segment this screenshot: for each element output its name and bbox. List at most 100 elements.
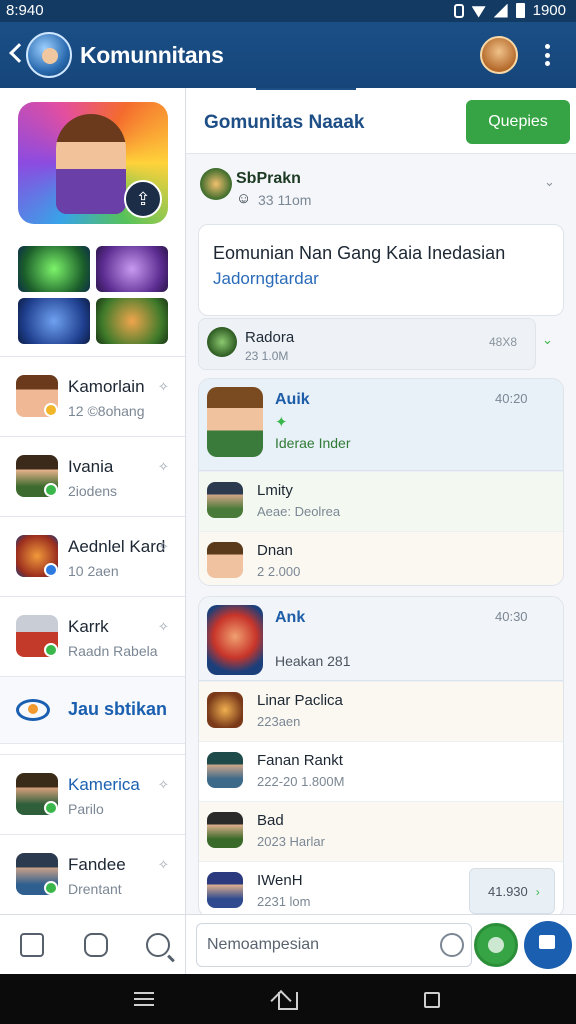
user-avatar[interactable] (480, 36, 518, 74)
avatar (207, 872, 243, 908)
reply-time-pill[interactable]: 41.930 › (469, 868, 555, 914)
avatar (207, 812, 243, 848)
reply-time: 41.930 (488, 884, 528, 899)
sidebar-item-name: Kamerica (68, 775, 140, 794)
status-dot (44, 801, 58, 815)
sidebar: ⇪ Kamorlain 12 ©8ohang ✧ Ivania 2iodens … (0, 88, 186, 974)
reply-name: Fanan Rankt (257, 752, 343, 769)
sidebar-item[interactable]: Kamerica Parilo ✧ (0, 754, 185, 834)
announcement-title: Eomunian Nan Gang Kaia Inedasian (213, 243, 506, 263)
game-tile[interactable] (96, 298, 168, 344)
reply-name: Dnan (257, 542, 293, 559)
smile-icon: ☺ (236, 190, 252, 207)
status-clock: 1900 (532, 2, 566, 19)
chevron-down-icon[interactable]: ⌄ (542, 332, 553, 348)
reply-meta: 223aen (257, 714, 301, 729)
reply-name: Bad (257, 812, 284, 829)
chevron-right-icon: › (535, 885, 540, 899)
member-list-2: Kamerica Parilo ✧ Fandee Drentant ✧ (0, 754, 185, 914)
more-icon[interactable] (544, 44, 550, 66)
game-tile[interactable] (96, 246, 168, 292)
menu-icon[interactable] (134, 992, 154, 1006)
community-avatar[interactable] (26, 32, 72, 78)
quepies-button[interactable]: Quepies (466, 100, 570, 144)
status-time: 8:940 (6, 2, 44, 19)
sidebar-item-sub: Raadn Rabela (68, 643, 158, 659)
game-tile[interactable] (18, 298, 90, 344)
pin-icon[interactable]: ✧ (158, 539, 169, 555)
composer (186, 914, 576, 974)
thread-line: Heakan 281 (275, 653, 351, 669)
avatar (207, 327, 237, 357)
pin-icon[interactable]: ✧ (158, 777, 169, 793)
main-panel: Gomunitas Naaak Quepies SbPrakn ☺ 33 11o… (186, 88, 576, 974)
page-title: Gomunitas Naaak (204, 112, 365, 133)
status-dot (44, 643, 58, 657)
thread-top: Auik 40:20 ✦ Iderae Inder (199, 379, 563, 471)
reply-meta: 2231 lom (257, 894, 311, 909)
status-dot (44, 403, 58, 417)
send-icon[interactable] (524, 921, 572, 969)
reply-row[interactable]: Dnan 2 2.000 (199, 531, 563, 585)
sidebar-item[interactable]: Ivania 2iodens ✧ (0, 436, 185, 516)
pin-icon[interactable]: ✧ (158, 857, 169, 873)
controller-icon[interactable] (84, 933, 108, 957)
share-icon[interactable]: ⇪ (124, 180, 162, 218)
chat-icon[interactable] (20, 933, 44, 957)
pin-icon[interactable]: ✧ (158, 459, 169, 475)
thread-line: Iderae Inder (275, 435, 351, 451)
reply-row[interactable]: Bad 2023 Harlar (199, 801, 563, 861)
message-input[interactable] (196, 923, 472, 967)
sidebar-item[interactable]: Fandee Drentant ✧ (0, 834, 185, 914)
avatar (207, 752, 243, 788)
game-tiles (18, 246, 170, 344)
recent-apps-icon[interactable] (424, 992, 440, 1008)
reply-row[interactable]: Lmity Aeae: Deolrea (199, 471, 563, 531)
game-tile[interactable] (18, 246, 90, 292)
emoji-icon[interactable] (440, 933, 464, 957)
signal-icon (493, 3, 508, 18)
reply-meta: 2 2.000 (257, 564, 301, 579)
eye-icon (16, 699, 50, 721)
reply-meta: Aeae: Deolrea (257, 504, 341, 519)
post-header[interactable]: SbPrakn ☺ 33 11om ⌄ (186, 154, 576, 224)
pin-icon[interactable]: ✧ (158, 619, 169, 635)
sidebar-item-name: Aednlel Kard (68, 537, 166, 556)
chevron-down-icon[interactable]: ⌄ (544, 174, 555, 190)
wifi-icon (471, 6, 486, 18)
avatar (200, 168, 232, 200)
search-icon[interactable] (146, 933, 170, 957)
thread-author: Ank (275, 609, 306, 626)
announcement-card[interactable]: Eomunian Nan Gang Kaia Inedasian Jadorng… (198, 224, 564, 316)
sidebar-item-sub: 2iodens (68, 483, 118, 499)
reply-row[interactable]: Fanan Rankt 222-20 1.800M (199, 741, 563, 801)
main-header: Gomunitas Naaak Quepies (186, 88, 576, 154)
community-banner[interactable]: ⇪ (18, 102, 168, 224)
reply-meta: 222-20 1.800M (257, 774, 345, 789)
sidebar-item-name: Fandee (68, 855, 126, 874)
sidebar-item[interactable]: Kamorlain 12 ©8ohang ✧ (0, 356, 185, 436)
sidebar-item[interactable]: Aednlel Kard 10 2aen ✧ (0, 516, 185, 596)
home-icon[interactable] (278, 992, 298, 1010)
thread-card[interactable]: Ank 40:30 Heakan 281 Linar Paclica 223ae… (198, 596, 564, 918)
mini-post[interactable]: Radora 23 1.0M 48X8 (198, 318, 536, 370)
status-dot (44, 881, 58, 895)
reply-row[interactable]: Linar Paclica 223aen (199, 681, 563, 741)
battery-icon (515, 3, 525, 18)
thread-card[interactable]: Auik 40:20 ✦ Iderae Inder Lmity Aeae: De… (198, 378, 564, 586)
status-dot (44, 483, 58, 497)
thread-time: 40:20 (495, 391, 528, 406)
app-title: Komunnitans (80, 42, 224, 68)
section-header[interactable]: Jau sbtikan (0, 676, 185, 744)
mini-post-meta: 23 1.0M (245, 349, 289, 363)
bluetooth-icon (453, 3, 464, 18)
avatar (207, 542, 243, 578)
thread-time: 40:30 (495, 609, 528, 624)
section-label: Jau sbtikan (68, 699, 168, 719)
sidebar-item[interactable]: Karrk Raadn Rabela ✧ (0, 596, 185, 676)
sticker-button[interactable] (474, 923, 518, 967)
sidebar-item-sub: 12 ©8ohang (68, 403, 145, 419)
pin-icon[interactable]: ✧ (158, 379, 169, 395)
reply-row[interactable]: IWenH 2231 lom 41.930 › (199, 861, 563, 917)
mini-post-name: Radora (245, 329, 295, 346)
